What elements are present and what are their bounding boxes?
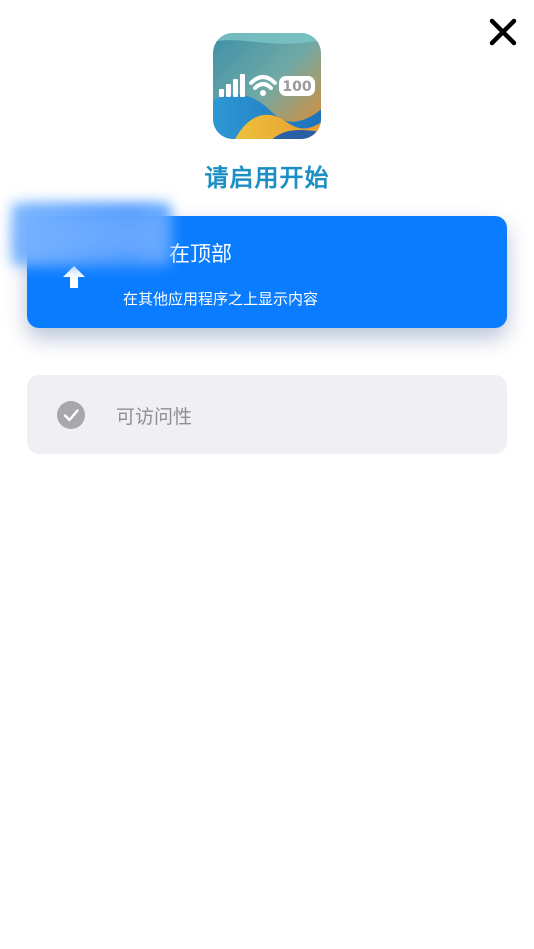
option-on-top-heading: 在顶部: [169, 242, 232, 266]
screen: 100 请启用开始 在顶部 在其他应用程序之上显示内容 可访问性: [0, 0, 534, 949]
arrow-up-icon: [61, 264, 87, 290]
page-title: 请启用开始: [204, 164, 330, 192]
option-accessibility-label: 可访问性: [116, 406, 193, 428]
option-on-top-subtitle: 在其他应用程序之上显示内容: [123, 290, 319, 308]
app-icon: 100: [213, 33, 321, 139]
close-icon: [489, 18, 517, 46]
checkmark-circle-icon: [57, 401, 85, 429]
blurred-overlay-core: [16, 208, 166, 262]
badge-text: 100: [282, 79, 311, 95]
option-accessibility[interactable]: 可访问性: [27, 375, 507, 454]
close-button[interactable]: [486, 16, 520, 50]
